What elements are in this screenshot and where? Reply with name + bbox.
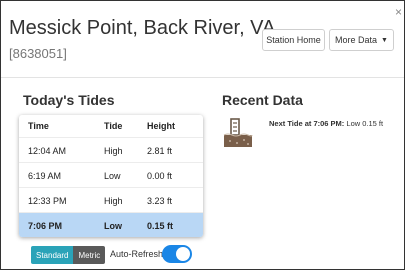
popup-header: Messick Point, Back River, VA [8638051] … <box>1 1 404 78</box>
table-row: 12:04 AM High 2.81 ft <box>19 137 203 163</box>
cell-height: 0.15 ft <box>147 220 174 231</box>
tides-table: Time Tide Height 12:04 AM High 2.81 ft 6… <box>19 115 203 237</box>
more-data-button[interactable]: More Data ▼ <box>329 29 394 51</box>
more-data-label: More Data <box>335 35 378 45</box>
tide-gauge-icon <box>223 118 253 147</box>
column-header-tide: Tide <box>104 121 123 131</box>
cell-time: 6:19 AM <box>28 170 62 181</box>
station-popup: Messick Point, Back River, VA [8638051] … <box>0 0 405 270</box>
units-toggle: Standard Metric <box>31 246 106 264</box>
cell-tide: Low <box>104 220 122 231</box>
cell-tide: High <box>104 145 123 156</box>
cell-height: 3.23 ft <box>147 195 173 206</box>
next-tide-label: Next Tide at 7:06 PM: <box>269 119 345 128</box>
auto-refresh-toggle[interactable] <box>162 245 192 263</box>
toggle-knob <box>176 247 190 261</box>
cell-tide: Low <box>104 170 121 181</box>
cell-height: 0.00 ft <box>147 170 173 181</box>
metric-units-button[interactable]: Metric <box>73 246 106 264</box>
next-tide-text: Next Tide at 7:06 PM: Low 0.15 ft <box>269 119 383 128</box>
table-row-next-tide: 7:06 PM Low 0.15 ft <box>19 212 203 237</box>
cell-time: 12:33 PM <box>28 195 67 206</box>
cell-tide: High <box>104 195 123 206</box>
next-tide-value: Low 0.15 ft <box>346 119 384 128</box>
cell-time: 12:04 AM <box>28 145 67 156</box>
station-title: Messick Point, Back River, VA <box>9 17 276 39</box>
column-header-time: Time <box>28 121 49 131</box>
table-header: Time Tide Height <box>19 115 203 137</box>
close-icon[interactable]: × <box>395 5 402 19</box>
recent-data-title: Recent Data <box>222 92 303 108</box>
table-row: 6:19 AM Low 0.00 ft <box>19 162 203 188</box>
column-header-height: Height <box>147 121 175 131</box>
standard-units-button[interactable]: Standard <box>31 246 74 264</box>
caret-down-icon: ▼ <box>381 36 388 44</box>
table-row: 12:33 PM High 3.23 ft <box>19 187 203 213</box>
cell-time: 7:06 PM <box>28 220 63 231</box>
todays-tides-title: Today's Tides <box>23 92 115 108</box>
auto-refresh-label: Auto-Refresh: <box>110 249 166 259</box>
station-id: [8638051] <box>9 46 67 61</box>
station-home-button[interactable]: Station Home <box>262 29 325 51</box>
cell-height: 2.81 ft <box>147 145 173 156</box>
